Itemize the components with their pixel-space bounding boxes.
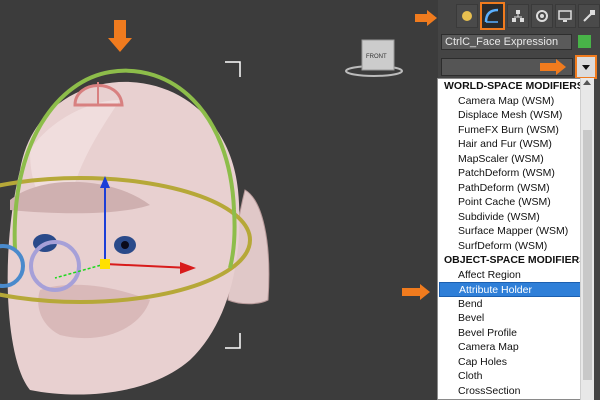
- utilities-icon: [583, 10, 596, 22]
- chevron-down-icon: [582, 64, 590, 70]
- modifier-list-item[interactable]: Point Cache (WSM): [438, 195, 583, 210]
- modifier-list-header: WORLD-SPACE MODIFIERS: [444, 80, 584, 92]
- scrollbar-thumb[interactable]: [583, 130, 592, 380]
- modifier-list-item[interactable]: PathDeform (WSM): [438, 181, 583, 196]
- modifier-list-item[interactable]: Bevel Profile: [438, 326, 583, 341]
- create-tab[interactable]: [456, 4, 478, 28]
- motion-tab[interactable]: [530, 4, 553, 28]
- modifier-list-item[interactable]: Camera Map (WSM): [438, 94, 583, 109]
- modifier-list-item[interactable]: SurfDeform (WSM): [438, 239, 583, 254]
- modifier-list-item[interactable]: Cap Holes: [438, 355, 583, 370]
- command-panel-tabs: [456, 2, 600, 30]
- modify-tab[interactable]: [479, 2, 506, 30]
- modify-icon: [485, 8, 499, 23]
- modifier-list-header: OBJECT-SPACE MODIFIERS: [444, 254, 584, 266]
- modifier-list: WORLD-SPACE MODIFIERS Camera Map (WSM) Dis…: [437, 78, 584, 400]
- modifier-list-item[interactable]: Surface Mapper (WSM): [438, 224, 583, 239]
- modifier-list-item[interactable]: Displace Mesh (WSM): [438, 108, 583, 123]
- modifier-list-item[interactable]: Bevel: [438, 311, 583, 326]
- nav-cube-label: FRONT: [366, 54, 387, 60]
- modifier-list-item[interactable]: Cloth: [438, 369, 583, 384]
- utilities-tab[interactable]: [578, 4, 600, 28]
- hierarchy-icon: [512, 10, 525, 22]
- highlight-arrow-modify-tab: [415, 10, 437, 26]
- modifier-list-item[interactable]: CrossSection: [438, 384, 583, 399]
- modifier-list-item[interactable]: Camera Map: [438, 340, 583, 355]
- modifier-list-item[interactable]: Affect Region: [438, 268, 583, 283]
- viewport[interactable]: FRONT: [0, 0, 438, 400]
- modifier-list-item[interactable]: MapScaler (WSM): [438, 152, 583, 167]
- display-tab[interactable]: [554, 4, 577, 28]
- modifier-list-item-selected[interactable]: Attribute Holder: [439, 282, 582, 297]
- scroll-up-icon[interactable]: [583, 80, 591, 85]
- modifier-list-dropdown-button[interactable]: [575, 55, 597, 79]
- viewport-scene: FRONT: [0, 20, 403, 395]
- modifier-list-item[interactable]: FumeFX Burn (WSM): [438, 123, 583, 138]
- modifier-list-item[interactable]: PatchDeform (WSM): [438, 166, 583, 181]
- hierarchy-tab[interactable]: [507, 4, 529, 28]
- create-icon: [461, 11, 472, 21]
- modifier-list-item[interactable]: Bend: [438, 297, 583, 312]
- display-icon: [558, 10, 573, 22]
- motion-icon: [535, 10, 548, 22]
- highlight-arrow-dropdown: [540, 59, 566, 75]
- modifier-list-item[interactable]: Subdivide (WSM): [438, 210, 583, 225]
- modifier-list-item[interactable]: Hair and Fur (WSM): [438, 137, 583, 152]
- object-name-field[interactable]: CtrlC_Face Expression: [441, 34, 572, 50]
- object-color-swatch[interactable]: [578, 35, 591, 48]
- modifier-list-scrollbar[interactable]: [580, 78, 594, 400]
- highlight-arrow-attribute-holder: [402, 284, 430, 300]
